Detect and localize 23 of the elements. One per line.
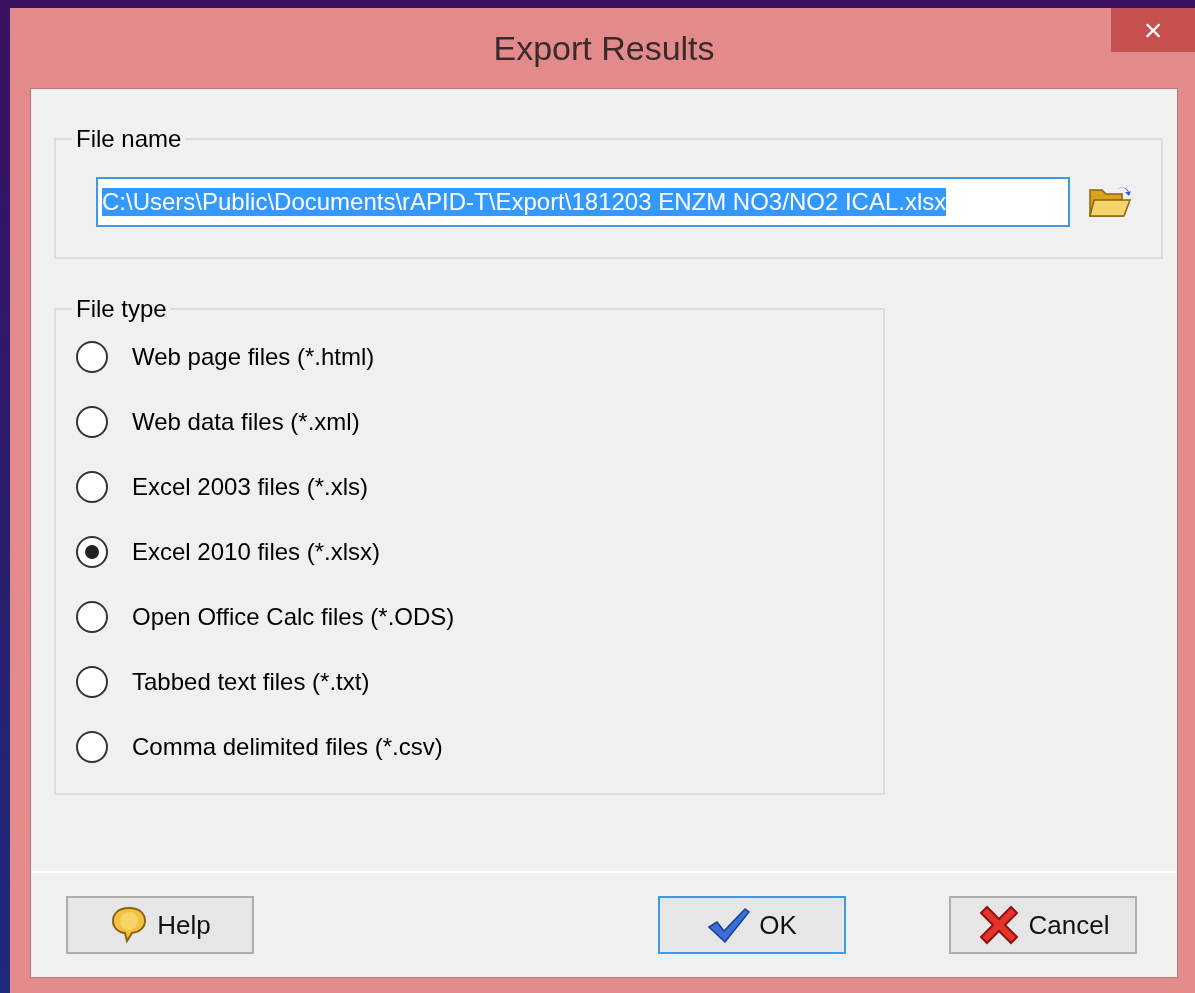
window-title: Export Results [493, 28, 715, 68]
radio-button[interactable] [76, 601, 108, 633]
radio-button[interactable] [76, 471, 108, 503]
radio-button[interactable] [76, 731, 108, 763]
radio-button[interactable] [76, 666, 108, 698]
checkmark-icon [707, 907, 752, 943]
radio-button[interactable] [76, 536, 108, 568]
group-label: File type [75, 295, 168, 323]
help-button[interactable]: Help [66, 896, 254, 954]
option-label[interactable]: Web page files (*.html) [132, 343, 375, 371]
option-label[interactable]: Open Office Calc files (*.ODS) [132, 603, 455, 631]
option-label[interactable]: Tabbed text files (*.txt) [132, 668, 370, 696]
option-label[interactable]: Excel 2003 files (*.xls) [132, 473, 369, 501]
file-path-text: C:\Users\Public\Documents\rAPID-T\Export\181203 ENZM NO3/NO2 ICAL.xlsx [102, 188, 947, 216]
radio-button[interactable] [76, 406, 108, 438]
option-label[interactable]: Web data files (*.xml) [132, 408, 360, 436]
option-label[interactable]: Comma delimited files (*.csv) [132, 733, 443, 761]
cancel-button[interactable]: Cancel [949, 896, 1137, 954]
ok-button[interactable]: OK [658, 896, 846, 954]
option-label[interactable]: Excel 2010 files (*.xlsx) [132, 538, 381, 566]
radio-button[interactable] [76, 341, 108, 373]
close-button[interactable]: × [1111, 8, 1195, 52]
group-label: File name [75, 125, 183, 153]
